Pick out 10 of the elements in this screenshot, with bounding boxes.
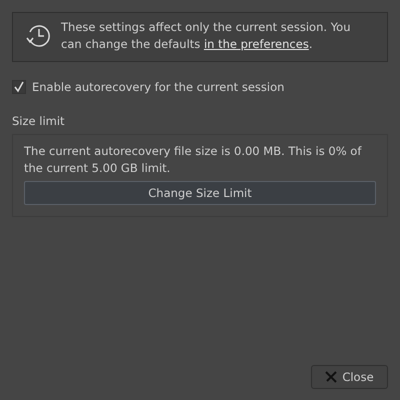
autorecovery-checkbox[interactable] [12,80,26,94]
preferences-link[interactable]: in the preferences [204,37,309,51]
clock-icon [25,23,51,49]
notice-text: These settings affect only the current session. You can change the defaults in the preferences. [61,19,352,53]
checkbox-label: Enable autorecovery for the current session [32,80,284,94]
cross-icon [325,371,338,383]
change-size-limit-button[interactable]: Change Size Limit [24,181,376,205]
size-description: The current autorecovery file size is 0.00 MB. This is 0% of the current 5.00 GB limit. [24,143,363,177]
close-button[interactable]: Close [311,365,388,389]
section-title: Size limit [12,114,66,128]
